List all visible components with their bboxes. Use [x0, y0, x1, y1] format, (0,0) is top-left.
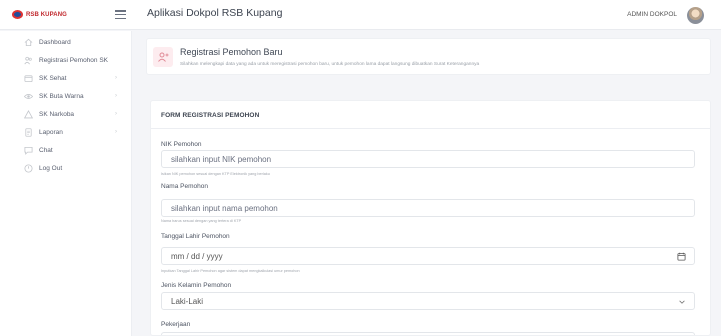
sidebar-item-label: Registrasi Pemohon SK [39, 56, 109, 64]
power-icon [24, 163, 33, 173]
sidebar-item-registrasi[interactable]: Registrasi Pemohon SK [0, 53, 132, 67]
birthdate-input[interactable]: mm / dd / yyyy [161, 247, 695, 265]
sidebar: Dashboard Registrasi Pemohon SK SK Sehat… [0, 31, 132, 336]
sidebar-item-sk-sehat[interactable]: SK Sehat › [0, 71, 132, 85]
chevron-down-icon [677, 297, 686, 306]
occupation-input[interactable] [161, 332, 695, 335]
app-logo[interactable]: RSB KUPANG [12, 10, 67, 19]
sidebar-item-logout[interactable]: Log Out [0, 161, 132, 175]
occupation-label: Pekerjaan [161, 321, 191, 328]
menu-toggle-icon[interactable] [115, 10, 126, 19]
logo-text: RSB KUPANG [26, 11, 67, 18]
chevron-right-icon: › [115, 75, 117, 81]
nik-help-text: Isikan NIK pemohon sesuai dengan KTP Ele… [161, 172, 270, 176]
gender-label: Jenis Kelamin Pemohon [161, 282, 232, 289]
page-title: Registrasi Pemohon Baru [180, 47, 283, 57]
sidebar-item-label: Log Out [39, 164, 63, 172]
page-header: Registrasi Pemohon Baru Silahkan melengk… [146, 38, 711, 75]
app-title: Aplikasi Dokpol RSB Kupang [147, 7, 283, 19]
sidebar-item-label: Chat [39, 146, 53, 154]
document-icon [24, 74, 33, 83]
avatar[interactable] [687, 7, 704, 24]
top-bar: RSB KUPANG Aplikasi Dokpol RSB Kupang AD… [0, 0, 721, 30]
users-icon [24, 56, 33, 65]
report-icon [24, 127, 33, 137]
name-label: Nama Pemohon [161, 183, 208, 190]
gender-selected-value: Laki-Laki [171, 296, 204, 306]
sidebar-item-label: SK Sehat [39, 74, 67, 82]
sidebar-item-label: Dashboard [39, 38, 71, 46]
sidebar-item-label: Laporan [39, 128, 63, 136]
sidebar-item-sk-buta-warna[interactable]: SK Buta Warna › [0, 89, 132, 103]
sidebar-item-dashboard[interactable]: Dashboard [0, 35, 132, 49]
chevron-right-icon: › [115, 93, 117, 99]
name-input[interactable] [161, 199, 695, 217]
chat-icon [24, 146, 33, 155]
chevron-right-icon: › [115, 111, 117, 117]
sidebar-item-label: SK Buta Warna [39, 92, 84, 100]
form-title: FORM REGISTRASI PEMOHON [161, 112, 260, 119]
sidebar-item-label: SK Narkoba [39, 110, 75, 118]
nik-label: NIK Pemohon [161, 141, 202, 148]
nik-input[interactable] [161, 150, 695, 168]
divider [151, 128, 710, 129]
birthdate-help-text: Inputkan Tanggal Lahir Pemohon agar sist… [161, 269, 300, 273]
user-name[interactable]: ADMIN DOKPOL [627, 11, 677, 18]
registration-form: FORM REGISTRASI PEMOHON NIK Pemohon Isik… [150, 100, 711, 336]
warning-icon [24, 109, 33, 119]
page-description: Silahkan melengkapi data yang ada untuk … [180, 62, 480, 67]
chevron-right-icon: › [115, 129, 117, 135]
home-icon [24, 38, 33, 47]
birthdate-placeholder: mm / dd / yyyy [171, 251, 223, 261]
sidebar-item-chat[interactable]: Chat [0, 143, 132, 157]
name-help-text: Nama harus sesuai dengan yang tertera di… [161, 219, 242, 223]
birthdate-label: Tanggal Lahir Pemohon [161, 233, 230, 240]
logo-emblem-icon [12, 10, 23, 19]
sidebar-item-laporan[interactable]: Laporan › [0, 125, 132, 139]
gender-select[interactable]: Laki-Laki [161, 292, 695, 310]
sidebar-item-sk-narkoba[interactable]: SK Narkoba › [0, 107, 132, 121]
calendar-icon[interactable] [677, 252, 686, 261]
user-add-icon [153, 47, 173, 67]
eye-icon [24, 92, 33, 101]
